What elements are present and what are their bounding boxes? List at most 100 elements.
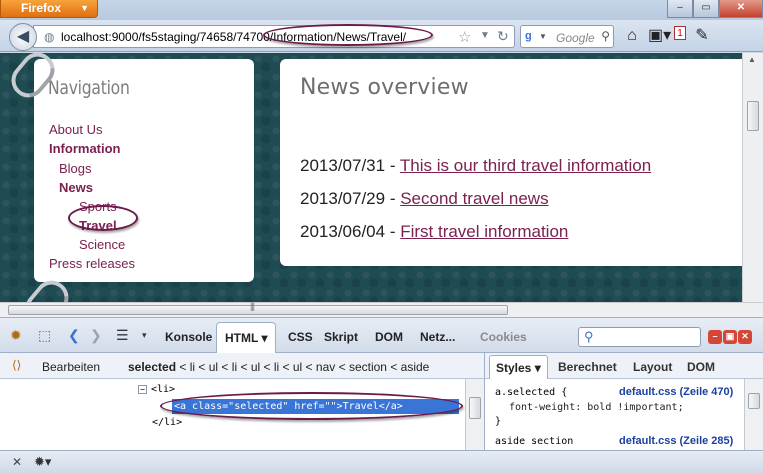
bookmark-star-icon[interactable]: ☆ (458, 28, 471, 46)
side-panel-tabs: Styles ▾ Berechnet Layout DOM (484, 353, 763, 379)
maximize-button[interactable]: ▭ (693, 0, 719, 18)
arrow-left-icon: ◀ (16, 28, 30, 45)
breadcrumb-item[interactable]: li (190, 360, 195, 374)
nav-item-about-us[interactable]: About Us (49, 122, 102, 137)
scrollbar-thumb[interactable] (469, 397, 481, 419)
html-node-selected[interactable]: <a class="selected" href="">Travel</a> (172, 399, 459, 414)
tab-html-label: HTML (225, 331, 259, 345)
news-item: 2013/06/04 - First travel information (300, 222, 568, 242)
breadcrumb-item[interactable]: section (349, 360, 387, 374)
tab-cookies[interactable]: Cookies (480, 330, 527, 344)
scrollbar-thumb[interactable] (8, 305, 508, 315)
css-source-link[interactable]: default.css (Zeile 285) (619, 435, 733, 447)
detach-button[interactable]: ▣ (723, 330, 737, 344)
inspect-icon[interactable]: ⬚ (38, 327, 51, 344)
news-date: 2013/06/04 (300, 222, 386, 241)
navigation-box: Navigation About Us Information Blogs Ne… (34, 59, 254, 282)
breadcrumb-item[interactable]: li (274, 360, 279, 374)
menu-icon[interactable]: ☰ (116, 327, 129, 344)
nav-item-sports[interactable]: Sports (79, 199, 117, 214)
close-button[interactable]: ✕ (738, 330, 752, 344)
styles-panel-scrollbar[interactable] (744, 379, 763, 450)
home-icon[interactable]: ⌂ (622, 23, 642, 49)
breadcrumb-item[interactable]: selected (128, 360, 176, 374)
page-title: News overview (300, 75, 469, 100)
google-icon[interactable]: g (525, 30, 539, 44)
close-window-button[interactable]: ✕ (719, 0, 763, 18)
html-source-icon[interactable]: ⟨⟩ (12, 358, 21, 372)
page-horizontal-scrollbar[interactable]: ||| (0, 301, 763, 317)
breadcrumb-item[interactable]: ul (209, 360, 218, 374)
nav-item-science[interactable]: Science (79, 237, 125, 252)
url-bar[interactable]: ◍ localhost:9000/fs5staging/74658/74700/… (33, 25, 515, 48)
close-addon-bar-icon[interactable]: ✕ (12, 455, 22, 469)
firebug-search-input[interactable]: ⚲ (578, 327, 701, 347)
nav-item-information[interactable]: Information (49, 141, 121, 156)
css-selector[interactable]: aside section (495, 436, 573, 447)
html-node-li-close[interactable]: </li> (152, 417, 182, 428)
html-panel-scrollbar[interactable] (465, 379, 484, 450)
html-node-li[interactable]: − <li> (138, 384, 175, 395)
collapse-icon[interactable]: − (138, 384, 147, 394)
reload-icon[interactable]: ↻ (497, 28, 509, 45)
minimize-button[interactable]: – (667, 0, 693, 18)
tab-skript[interactable]: Skript (324, 330, 358, 344)
html-panel-toolbar: ⟨⟩ Bearbeiten selected < li < ul < li < … (0, 353, 484, 379)
news-item: 2013/07/29 - Second travel news (300, 189, 549, 209)
navigation-toolbar: ◍ localhost:9000/fs5staging/74658/74700/… (0, 20, 763, 52)
firebug-status-icon[interactable]: ✹▾ (34, 454, 51, 470)
bookmarks-menu-icon[interactable]: ▣▾ (648, 23, 671, 49)
tab-konsole[interactable]: Konsole (165, 330, 212, 344)
breadcrumb-item[interactable]: ul (293, 360, 302, 374)
back-arrow-icon[interactable]: ❮ (68, 327, 80, 344)
history-dropdown-icon[interactable]: ▼ (480, 30, 490, 41)
news-link[interactable]: Second travel news (400, 189, 548, 208)
nav-item-news[interactable]: News (59, 180, 93, 195)
tab-styles[interactable]: Styles ▾ (489, 355, 548, 379)
url-text[interactable]: localhost:9000/fs5staging/74658/74700/In… (61, 30, 406, 44)
tab-html[interactable]: HTML ▾ (216, 322, 277, 354)
tab-side-dom[interactable]: DOM (687, 360, 715, 374)
url-path: /Information/News/Travel/ (269, 30, 407, 44)
firefox-label: Firefox (21, 1, 62, 15)
news-box: News overview 2013/07/31 - This is our t… (280, 59, 742, 266)
css-source-link[interactable]: default.css (Zeile 470) (619, 386, 733, 398)
nav-item-travel[interactable]: Travel (79, 218, 117, 233)
scroll-up-icon[interactable]: ▲ (748, 55, 756, 64)
scrollbar-thumb[interactable] (747, 101, 759, 131)
breadcrumb-item[interactable]: ul (251, 360, 260, 374)
firebug-icon[interactable]: ✹ (10, 327, 22, 344)
breadcrumb-item[interactable]: nav (316, 360, 335, 374)
search-icon[interactable]: ⚲ (601, 29, 610, 43)
edit-button[interactable]: Bearbeiten (42, 360, 100, 374)
tab-berechnet[interactable]: Berechnet (558, 360, 617, 374)
chevron-down-icon[interactable]: ▾ (142, 330, 147, 341)
scrollbar-thumb[interactable] (748, 393, 760, 409)
breadcrumb-item[interactable]: aside (401, 360, 430, 374)
news-link[interactable]: This is our third travel information (400, 156, 651, 175)
html-tag: <li> (151, 384, 176, 395)
nav-item-blogs[interactable]: Blogs (59, 161, 92, 176)
tab-layout[interactable]: Layout (633, 360, 672, 374)
breadcrumb-item[interactable]: li (232, 360, 237, 374)
firefox-menu-button[interactable]: Firefox ▼ (0, 0, 98, 18)
news-separator: - (385, 156, 400, 175)
page-viewport: Navigation About Us Information Blogs Ne… (0, 53, 742, 302)
nav-item-press-releases[interactable]: Press releases (49, 256, 135, 271)
notification-badge[interactable]: 1 (674, 26, 686, 40)
news-link[interactable]: First travel information (400, 222, 568, 241)
title-bar: Firefox ▼ – ▭ ✕ (0, 0, 763, 20)
css-selector[interactable]: a.selected { (495, 387, 567, 398)
minimize-button[interactable]: – (708, 330, 722, 344)
back-button[interactable]: ◀ (9, 23, 37, 51)
forward-arrow-icon[interactable]: ❯ (90, 327, 102, 344)
extension-icon[interactable]: ✎ (692, 23, 712, 49)
tab-styles-label: Styles (496, 361, 532, 375)
tab-netz[interactable]: Netz... (420, 330, 455, 344)
page-vertical-scrollbar[interactable]: ▲ (742, 53, 763, 302)
css-declaration[interactable]: font-weight: bold !important; (509, 402, 684, 413)
tab-css[interactable]: CSS (288, 330, 313, 344)
search-bar[interactable]: g ▼ Google ⚲ (520, 25, 614, 48)
search-engine-dropdown-icon[interactable]: ▼ (539, 32, 547, 41)
tab-dom[interactable]: DOM (375, 330, 403, 344)
